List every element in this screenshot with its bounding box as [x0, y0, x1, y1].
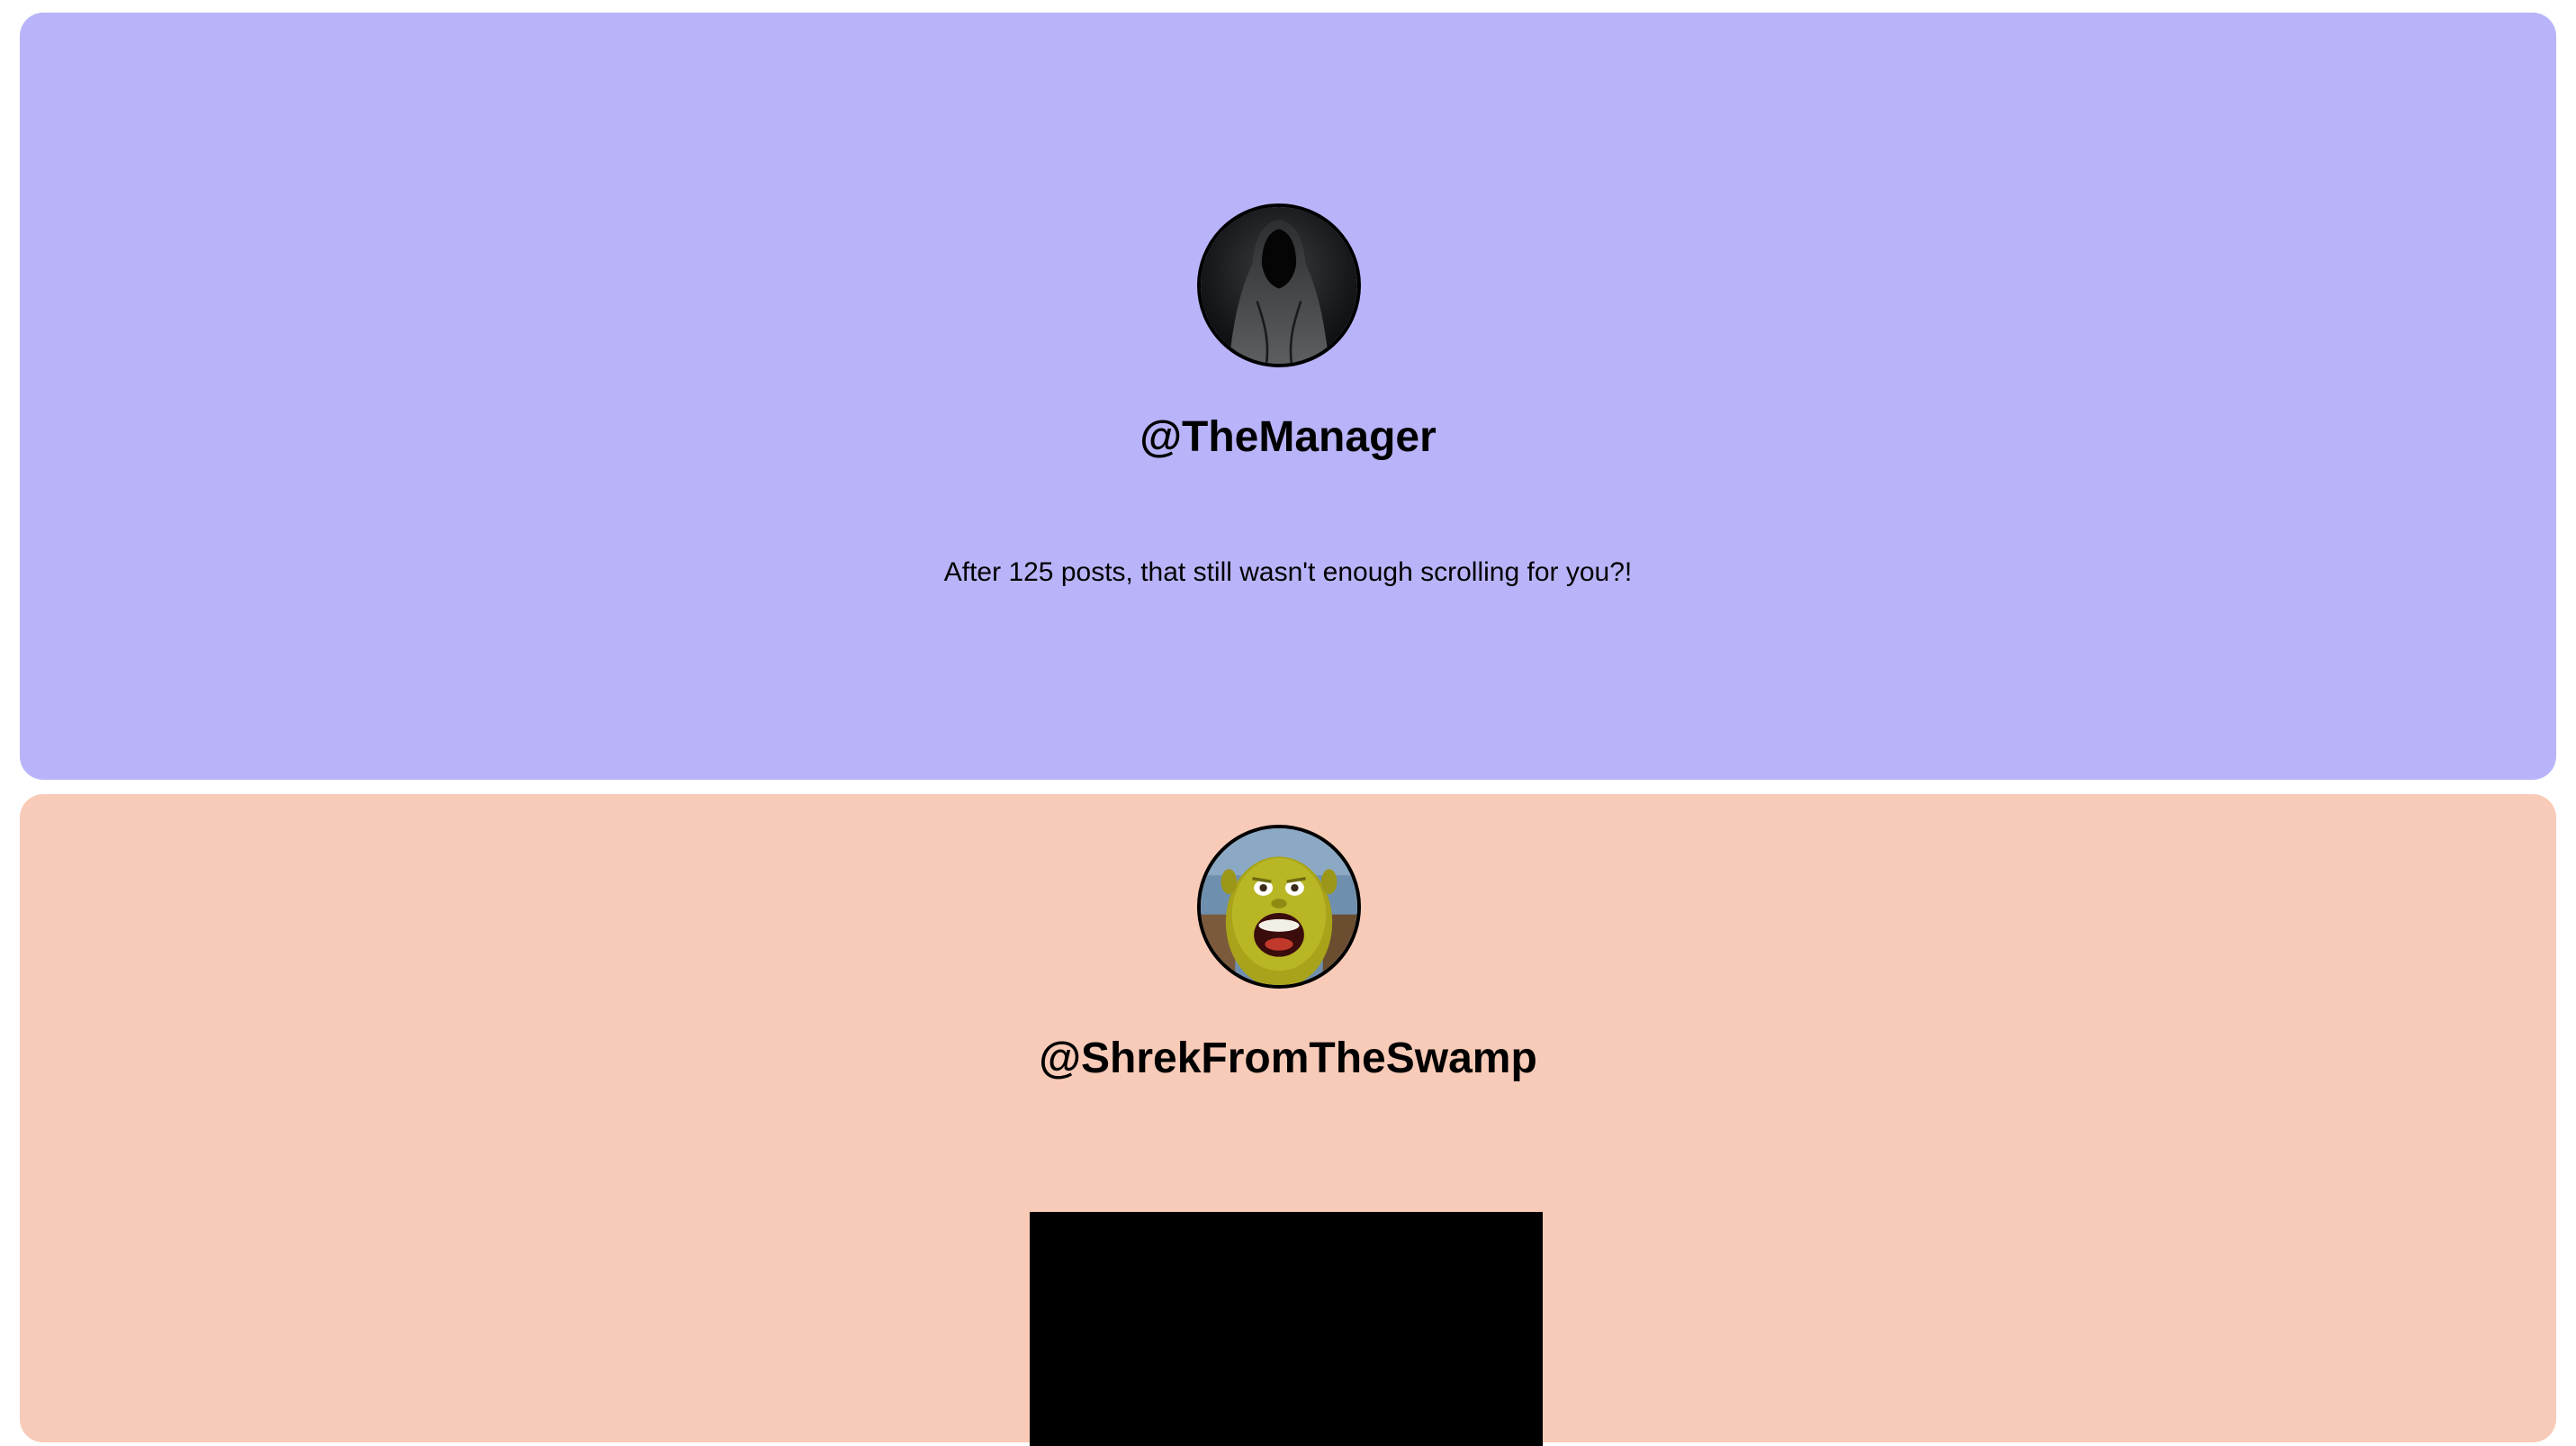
- screaming-ogre-avatar[interactable]: [1197, 825, 1361, 989]
- post-username[interactable]: @TheManager: [20, 412, 2556, 463]
- video-player[interactable]: [1030, 1212, 1543, 1446]
- post-username[interactable]: @ShrekFromTheSwamp: [20, 1034, 2556, 1084]
- hooded-figure-avatar[interactable]: [1197, 203, 1361, 367]
- post-card-shrek: @ShrekFromTheSwamp: [20, 794, 2556, 1446]
- post-card-the-manager: @TheManager After 125 posts, that still …: [20, 13, 2556, 780]
- post-feed: @TheManager After 125 posts, that still …: [0, 0, 2576, 1446]
- post-text: After 125 posts, that still wasn't enoug…: [943, 557, 1633, 587]
